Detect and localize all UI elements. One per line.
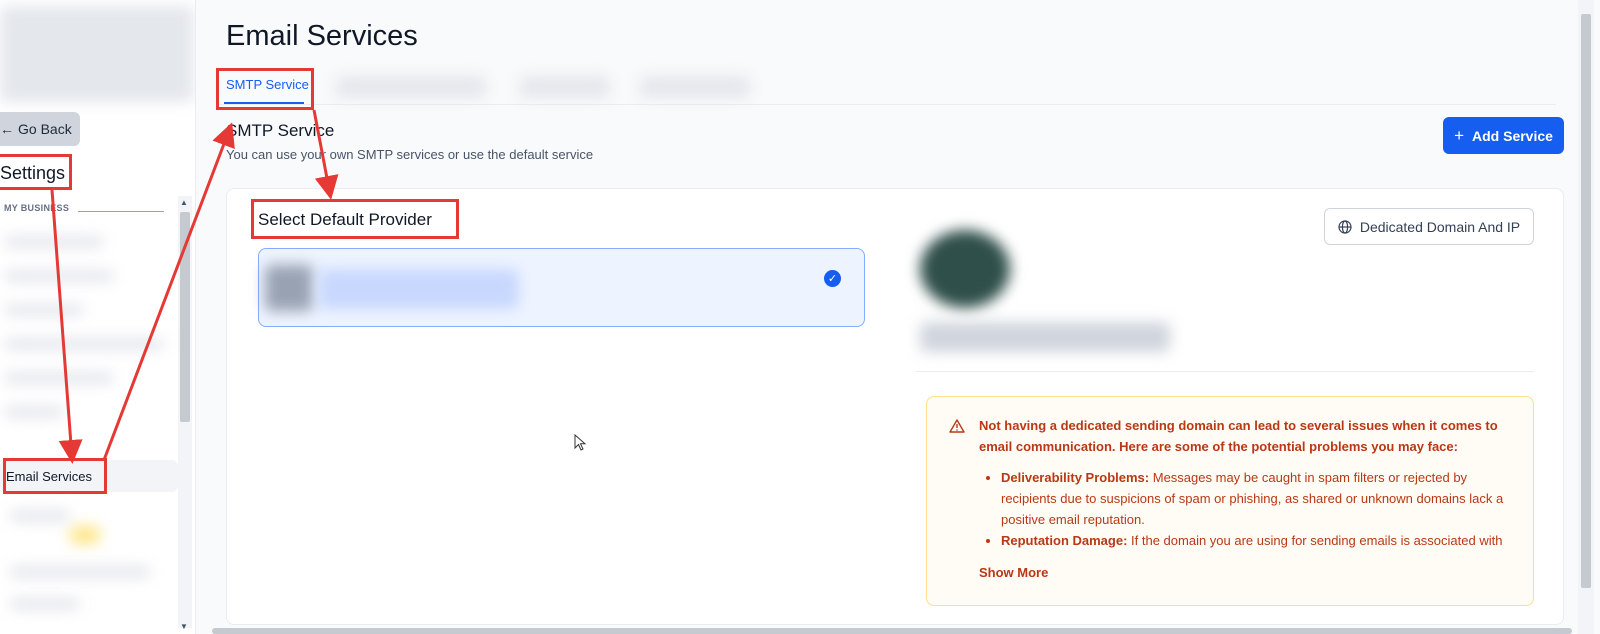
scroll-up-icon[interactable]: ▲	[180, 198, 188, 207]
section-label-my-business: MY BUSINESS	[4, 203, 70, 213]
dedicated-button-label: Dedicated Domain And IP	[1359, 218, 1521, 235]
sidebar-item-blurred[interactable]	[4, 236, 104, 248]
add-service-label: Add Service	[1472, 127, 1553, 144]
sidebar-badge-blurred	[70, 526, 100, 544]
warning-item-title: Deliverability Problems:	[1001, 470, 1150, 485]
mouse-cursor-icon	[574, 434, 586, 451]
warning-list-item: Reputation Damage: If the domain you are…	[1001, 530, 1521, 550]
tabs-divider	[216, 104, 1556, 105]
warning-list: Deliverability Problems: Messages may be…	[1001, 467, 1521, 550]
scroll-down-icon[interactable]: ▼	[180, 622, 188, 631]
card-divider	[916, 371, 1534, 372]
page-title: Email Services	[226, 20, 418, 52]
app-root: ← Go Back Settings MY BUSINESS Email Ser…	[0, 0, 1600, 634]
go-back-button[interactable]: ← Go Back	[0, 112, 80, 146]
sidebar: ← Go Back Settings MY BUSINESS Email Ser…	[0, 0, 196, 634]
provider-name-blurred	[319, 269, 519, 309]
provider-preview-avatar-blurred	[920, 230, 1010, 308]
check-circle-icon: ✓	[824, 270, 841, 287]
sidebar-item-blurred[interactable]	[4, 406, 64, 418]
arrow-left-icon: ←	[0, 121, 14, 137]
warning-box: Not having a dedicated sending domain ca…	[926, 396, 1534, 606]
globe-icon	[1338, 219, 1352, 234]
sidebar-item-blurred[interactable]	[4, 338, 164, 350]
sidebar-item-blurred[interactable]	[4, 270, 114, 282]
sidebar-scroll-thumb[interactable]	[180, 212, 190, 422]
warning-item-title: Reputation Damage:	[1001, 533, 1128, 548]
warning-heading: Not having a dedicated sending domain ca…	[979, 418, 1498, 454]
provider-preview-text-blurred	[920, 322, 1170, 352]
tab-blurred[interactable]	[520, 76, 610, 98]
annotation-box-smtp-tab	[216, 68, 314, 110]
tab-blurred[interactable]	[336, 76, 486, 98]
annotation-box-settings	[0, 154, 72, 190]
section-subtitle: You can use your own SMTP services or us…	[226, 147, 594, 162]
provider-logo-blurred	[265, 265, 313, 311]
sidebar-item-blurred[interactable]	[4, 372, 114, 384]
warning-triangle-icon	[949, 419, 965, 433]
warning-list-clip: Deliverability Problems: Messages may be…	[927, 462, 1535, 550]
sidebar-logo-blurred	[0, 6, 194, 102]
annotation-box-email-services	[3, 458, 107, 494]
plus-icon: +	[1454, 125, 1464, 145]
sidebar-item-blurred[interactable]	[10, 598, 80, 610]
page-scroll-thumb[interactable]	[1581, 14, 1591, 588]
add-service-button[interactable]: + Add Service	[1443, 117, 1564, 154]
section-title: SMTP Service	[226, 121, 335, 140]
annotation-box-select-provider	[251, 199, 459, 239]
tab-blurred[interactable]	[640, 76, 750, 98]
horizontal-scrollbar[interactable]	[212, 628, 1572, 634]
sidebar-item-blurred[interactable]	[10, 566, 150, 578]
section-divider	[78, 211, 164, 212]
warning-list-item: Deliverability Problems: Messages may be…	[1001, 467, 1521, 530]
go-back-label: Go Back	[18, 121, 72, 137]
warning-item-text: If the domain you are using for sending …	[1131, 533, 1503, 548]
provider-option-selected[interactable]	[258, 248, 865, 327]
sidebar-item-blurred[interactable]	[4, 304, 84, 316]
show-more-link[interactable]: Show More	[979, 565, 1048, 580]
sidebar-item-blurred[interactable]	[10, 510, 70, 522]
dedicated-domain-button[interactable]: Dedicated Domain And IP	[1324, 208, 1534, 245]
